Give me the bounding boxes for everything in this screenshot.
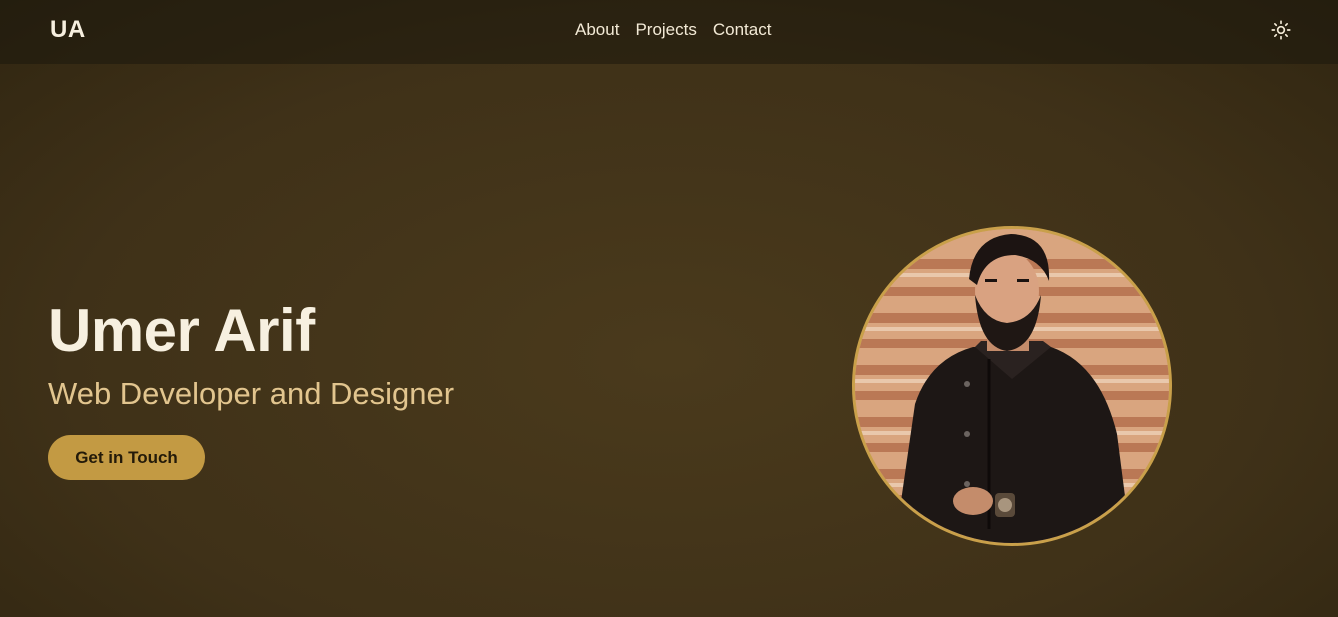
nav-link-about[interactable]: About [575, 20, 619, 40]
navbar: UA About Projects Contact [0, 0, 1338, 64]
nav-link-contact[interactable]: Contact [713, 20, 772, 40]
nav-link-projects[interactable]: Projects [635, 20, 696, 40]
get-in-touch-button[interactable]: Get in Touch [48, 435, 205, 480]
theme-toggle-button[interactable] [1269, 18, 1293, 42]
sun-icon [1271, 20, 1291, 40]
hero-name: Umer Arif [48, 297, 315, 364]
nav-links: About Projects Contact [575, 20, 771, 40]
profile-photo-illustration [855, 229, 1169, 543]
profile-photo [852, 226, 1172, 546]
logo[interactable]: UA [50, 16, 86, 44]
hero-subtitle: Web Developer and Designer [48, 376, 455, 411]
